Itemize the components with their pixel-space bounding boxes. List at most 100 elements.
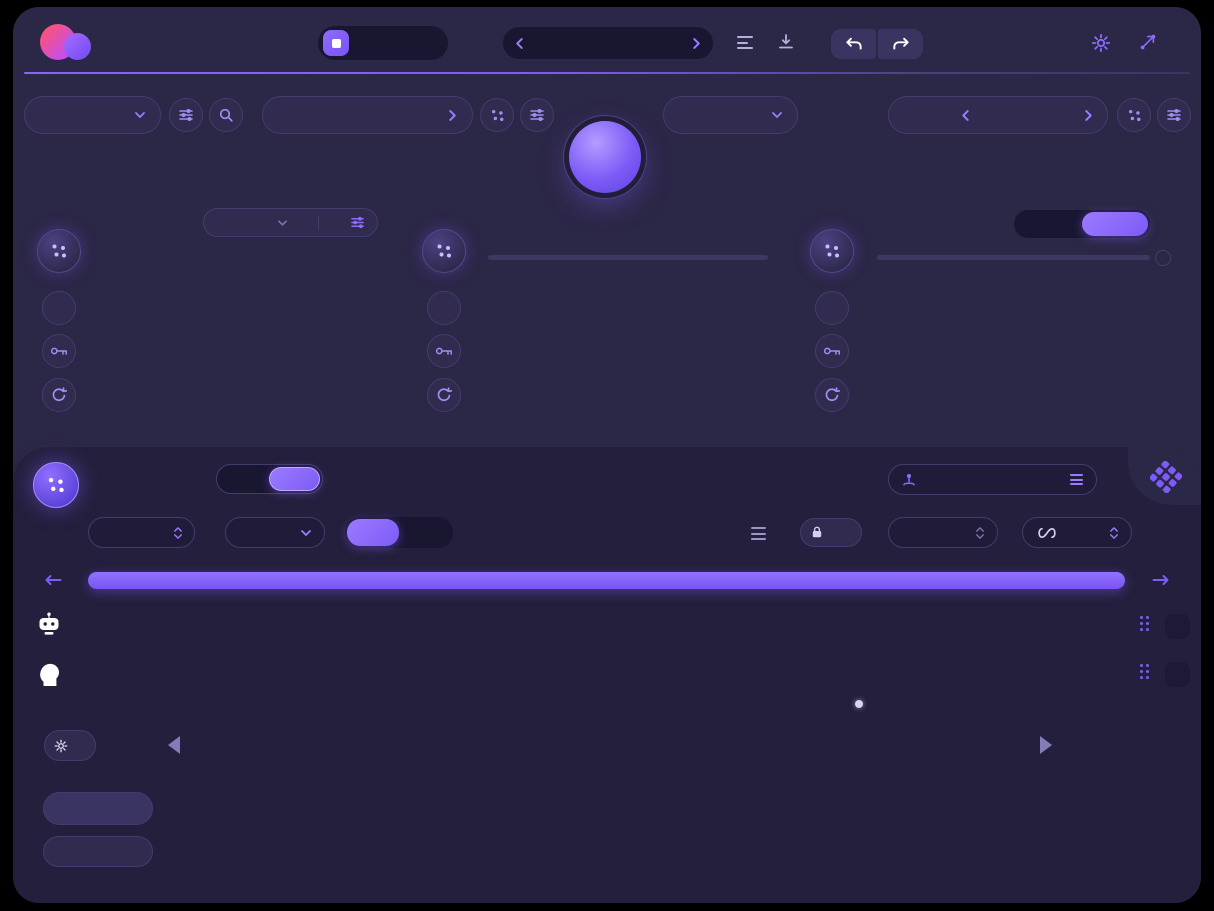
chord-settings-button[interactable] [1157, 98, 1191, 132]
note-lane-drag-handle[interactable] [1140, 664, 1149, 679]
stop-icon [331, 38, 341, 48]
refresh-icon [436, 387, 452, 403]
joystick-icon [902, 473, 916, 486]
transport-bpm-group [318, 26, 448, 60]
chord-type-next-icon[interactable] [1085, 110, 1092, 121]
velocity-lock-button[interactable] [427, 334, 461, 368]
robot-icon[interactable] [36, 612, 62, 636]
keyboard-scroll-right-arrow[interactable] [1040, 736, 1052, 754]
velocity-randomize-button[interactable] [422, 229, 466, 273]
voices-randomize-button[interactable] [37, 229, 81, 273]
root-note-knob[interactable] [569, 121, 641, 193]
chevron-down-icon [174, 534, 182, 539]
sequencer-preset-selector[interactable] [888, 464, 1097, 495]
scale-selector[interactable] [24, 96, 161, 134]
chord-type-prev-icon[interactable] [962, 110, 969, 121]
preset-prev-icon[interactable] [516, 38, 523, 49]
sequencer-randomize-button[interactable] [33, 462, 79, 508]
time-range-slider[interactable] [877, 252, 1150, 262]
scale-detect-button[interactable] [209, 98, 243, 132]
rand-tab[interactable] [399, 519, 451, 546]
voices-infinity-button[interactable] [42, 291, 76, 325]
undo-icon [845, 37, 863, 51]
loop-count-control [1022, 517, 1132, 548]
chevron-down-icon[interactable] [278, 220, 287, 226]
sliders-icon[interactable] [350, 215, 365, 230]
time-bars [877, 283, 1150, 418]
time-randomize-button[interactable] [810, 229, 854, 273]
pad-grid-icon[interactable] [1150, 461, 1182, 493]
steps-control [88, 517, 195, 548]
velocity-reset-button[interactable] [427, 378, 461, 412]
page-indicator-dot[interactable] [855, 700, 863, 708]
midi-routing-icon[interactable] [1139, 33, 1157, 51]
chord-lane-remove-button[interactable] [1165, 614, 1190, 639]
chord-lane [85, 618, 1133, 635]
redo-icon [892, 37, 910, 51]
velocity-infinity-button[interactable] [427, 291, 461, 325]
quantize-control[interactable] [225, 517, 325, 548]
sync-toggle[interactable] [1155, 250, 1171, 266]
settings-gear-icon[interactable] [1091, 33, 1111, 53]
chevron-up-icon [174, 527, 182, 532]
chevron-down-icon [301, 530, 311, 536]
time-tab[interactable] [1082, 212, 1148, 236]
sequencer-preset-menu-icon[interactable] [1070, 474, 1083, 485]
chevron-down-icon [135, 112, 145, 118]
chord-lane-drag-handle[interactable] [1140, 616, 1149, 631]
timeline-right-arrow[interactable] [1152, 574, 1170, 586]
velocity-range-slider[interactable] [488, 252, 768, 262]
dice-icon [822, 241, 842, 261]
chevron-up-icon [1110, 527, 1118, 532]
slider-track [877, 254, 1150, 260]
dice-icon [45, 474, 67, 496]
reset-sequence-button[interactable] [800, 518, 862, 547]
time-lock-button[interactable] [815, 334, 849, 368]
arp-tab[interactable] [1016, 212, 1082, 236]
bar-count-stepper[interactable] [976, 527, 984, 539]
chord-list-icon[interactable] [751, 527, 766, 540]
save-download-icon[interactable] [777, 33, 795, 50]
pill-divider [318, 215, 319, 230]
dice-icon [1126, 107, 1143, 124]
chordjam-logo-mark [40, 24, 98, 62]
prog-tab[interactable] [347, 519, 399, 546]
invert-control [203, 208, 378, 237]
sequencer-on-tab[interactable] [268, 467, 320, 491]
presets-button[interactable] [43, 836, 153, 867]
timeline-left-arrow[interactable] [44, 574, 62, 586]
time-infinity-button[interactable] [815, 291, 849, 325]
chevron-down-icon [1110, 534, 1118, 539]
current-chord-display[interactable] [43, 792, 153, 825]
lock-icon [811, 526, 823, 539]
head-icon[interactable] [39, 660, 61, 686]
voice-rows [100, 252, 385, 422]
preset-next-icon[interactable] [693, 38, 700, 49]
dice-icon [434, 241, 454, 261]
scale-random-button[interactable] [480, 98, 514, 132]
scale-type-selector[interactable] [262, 96, 473, 134]
chord-type-selector [888, 96, 1108, 134]
chevron-down-icon [772, 112, 782, 118]
chord-random-button[interactable] [1117, 98, 1151, 132]
main-menu-icon[interactable] [737, 36, 753, 49]
voices-lock-button[interactable] [42, 334, 76, 368]
octave-selector[interactable] [663, 96, 798, 134]
arp-time-toggle [1014, 210, 1150, 238]
steps-stepper[interactable] [174, 527, 182, 539]
search-icon [218, 107, 234, 123]
loop-icon [1036, 527, 1058, 539]
scale-type-settings-button[interactable] [520, 98, 554, 132]
chevron-down-icon [976, 534, 984, 539]
sequencer-off-tab[interactable] [219, 467, 269, 491]
timeline-position-bar[interactable] [88, 572, 1125, 589]
time-reset-button[interactable] [815, 378, 849, 412]
undo-button[interactable] [831, 29, 876, 59]
loop-count-stepper[interactable] [1110, 527, 1118, 539]
voices-reset-button[interactable] [42, 378, 76, 412]
scale-settings-button[interactable] [169, 98, 203, 132]
redo-button[interactable] [878, 29, 923, 59]
velocity-bars [488, 283, 768, 418]
note-lane-remove-button[interactable] [1165, 662, 1190, 687]
stop-button[interactable] [323, 30, 349, 56]
